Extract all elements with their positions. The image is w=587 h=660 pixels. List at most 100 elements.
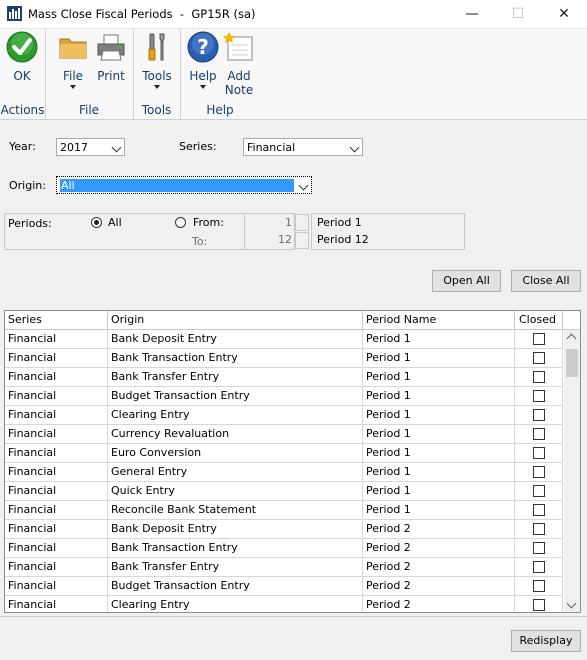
closed-checkbox[interactable] (533, 371, 545, 383)
cell-period-name[interactable]: Period 1 (363, 425, 515, 443)
scroll-thumb[interactable] (566, 349, 578, 377)
origin-select[interactable]: All (56, 176, 312, 194)
cell-period-name[interactable]: Period 1 (363, 501, 515, 519)
cell-series[interactable]: Financial (5, 349, 108, 367)
ok-button[interactable]: OK (2, 31, 42, 83)
cell-period-name[interactable]: Period 1 (363, 463, 515, 481)
cell-origin[interactable]: Budget Transaction Entry (108, 577, 363, 595)
table-row[interactable]: Financial Clearing Entry Period 1 (5, 406, 563, 425)
closed-checkbox[interactable] (533, 599, 545, 611)
tools-menu-button[interactable]: Tools (137, 31, 177, 89)
table-row[interactable]: Financial Bank Transaction Entry Period 2 (5, 539, 563, 558)
minimize-button[interactable]: — (449, 0, 495, 28)
cell-series[interactable]: Financial (5, 539, 108, 557)
header-origin[interactable]: Origin (108, 311, 363, 329)
cell-period-name[interactable]: Period 1 (363, 482, 515, 500)
add-note-button[interactable]: Add Note (219, 31, 259, 97)
cell-origin[interactable]: Currency Revaluation (108, 425, 363, 443)
cell-period-name[interactable]: Period 2 (363, 596, 515, 612)
to-period-number[interactable]: 12 (244, 231, 295, 250)
cell-period-name[interactable]: Period 1 (363, 349, 515, 367)
table-row[interactable]: Financial Budget Transaction Entry Period … (5, 387, 563, 406)
cell-period-name[interactable]: Period 2 (363, 520, 515, 538)
series-select[interactable]: Financial (243, 138, 363, 156)
help-menu-button[interactable]: ? Help (183, 31, 223, 89)
closed-checkbox[interactable] (533, 447, 545, 459)
to-lookup-icon[interactable] (295, 232, 309, 249)
cell-origin[interactable]: Bank Transfer Entry (108, 368, 363, 386)
closed-checkbox[interactable] (533, 352, 545, 364)
table-row[interactable]: Financial Bank Deposit Entry Period 2 (5, 520, 563, 539)
table-row[interactable]: Financial Reconcile Bank Statement Period … (5, 501, 563, 520)
periods-all-radio[interactable] (91, 217, 102, 228)
closed-checkbox[interactable] (533, 409, 545, 421)
cell-series[interactable]: Financial (5, 558, 108, 576)
cell-period-name[interactable]: Period 1 (363, 330, 515, 348)
cell-origin[interactable]: Euro Conversion (108, 444, 363, 462)
file-menu-button[interactable]: File (53, 31, 93, 89)
cell-period-name[interactable]: Period 2 (363, 558, 515, 576)
closed-checkbox[interactable] (533, 504, 545, 516)
header-series[interactable]: Series (5, 311, 108, 329)
cell-series[interactable]: Financial (5, 520, 108, 538)
maximize-button[interactable]: ☐ (495, 0, 541, 28)
cell-origin[interactable]: Bank Transaction Entry (108, 539, 363, 557)
from-period-number[interactable]: 1 (244, 213, 295, 232)
closed-checkbox[interactable] (533, 390, 545, 402)
cell-series[interactable]: Financial (5, 482, 108, 500)
closed-checkbox[interactable] (533, 542, 545, 554)
table-row[interactable]: Financial Bank Transfer Entry Period 1 (5, 368, 563, 387)
table-row[interactable]: Financial Bank Transaction Entry Period 1 (5, 349, 563, 368)
cell-series[interactable]: Financial (5, 463, 108, 481)
cell-origin[interactable]: Bank Deposit Entry (108, 520, 363, 538)
table-row[interactable]: Financial Euro Conversion Period 1 (5, 444, 563, 463)
cell-series[interactable]: Financial (5, 387, 108, 405)
table-row[interactable]: Financial Budget Transaction Entry Period … (5, 577, 563, 596)
close-window-button[interactable]: ✕ (541, 0, 587, 28)
print-button[interactable]: Print (91, 31, 131, 83)
cell-period-name[interactable]: Period 1 (363, 387, 515, 405)
redisplay-button[interactable]: Redisplay (511, 630, 581, 652)
cell-series[interactable]: Financial (5, 406, 108, 424)
table-row[interactable]: Financial Clearing Entry Period 2 (5, 596, 563, 612)
table-row[interactable]: Financial Quick Entry Period 1 (5, 482, 563, 501)
cell-origin[interactable]: General Entry (108, 463, 363, 481)
cell-period-name[interactable]: Period 2 (363, 539, 515, 557)
header-closed[interactable]: Closed (515, 311, 563, 329)
cell-period-name[interactable]: Period 1 (363, 444, 515, 462)
cell-series[interactable]: Financial (5, 577, 108, 595)
closed-checkbox[interactable] (533, 428, 545, 440)
cell-origin[interactable]: Reconcile Bank Statement (108, 501, 363, 519)
cell-series[interactable]: Financial (5, 425, 108, 443)
cell-origin[interactable]: Budget Transaction Entry (108, 387, 363, 405)
cell-series[interactable]: Financial (5, 368, 108, 386)
table-row[interactable]: Financial Bank Deposit Entry Period 1 (5, 330, 563, 349)
header-period-name[interactable]: Period Name (363, 311, 515, 329)
closed-checkbox[interactable] (533, 523, 545, 535)
closed-checkbox[interactable] (533, 580, 545, 592)
cell-series[interactable]: Financial (5, 501, 108, 519)
closed-checkbox[interactable] (533, 561, 545, 573)
year-select[interactable]: 2017 (56, 138, 125, 156)
scroll-up-icon[interactable] (566, 333, 577, 344)
open-all-button[interactable]: Open All (432, 270, 501, 292)
cell-series[interactable]: Financial (5, 444, 108, 462)
cell-origin[interactable]: Bank Deposit Entry (108, 330, 363, 348)
closed-checkbox[interactable] (533, 333, 545, 345)
cell-series[interactable]: Financial (5, 596, 108, 612)
cell-origin[interactable]: Quick Entry (108, 482, 363, 500)
cell-origin[interactable]: Bank Transfer Entry (108, 558, 363, 576)
from-lookup-icon[interactable] (295, 214, 309, 231)
cell-period-name[interactable]: Period 1 (363, 406, 515, 424)
cell-origin[interactable]: Clearing Entry (108, 596, 363, 612)
periods-from-radio[interactable] (175, 217, 186, 228)
cell-origin[interactable]: Clearing Entry (108, 406, 363, 424)
cell-origin[interactable]: Bank Transaction Entry (108, 349, 363, 367)
table-row[interactable]: Financial General Entry Period 1 (5, 463, 563, 482)
scroll-down-icon[interactable] (566, 598, 577, 609)
table-row[interactable]: Financial Currency Revaluation Period 1 (5, 425, 563, 444)
cell-series[interactable]: Financial (5, 330, 108, 348)
closed-checkbox[interactable] (533, 485, 545, 497)
closed-checkbox[interactable] (533, 466, 545, 478)
cell-period-name[interactable]: Period 2 (363, 577, 515, 595)
